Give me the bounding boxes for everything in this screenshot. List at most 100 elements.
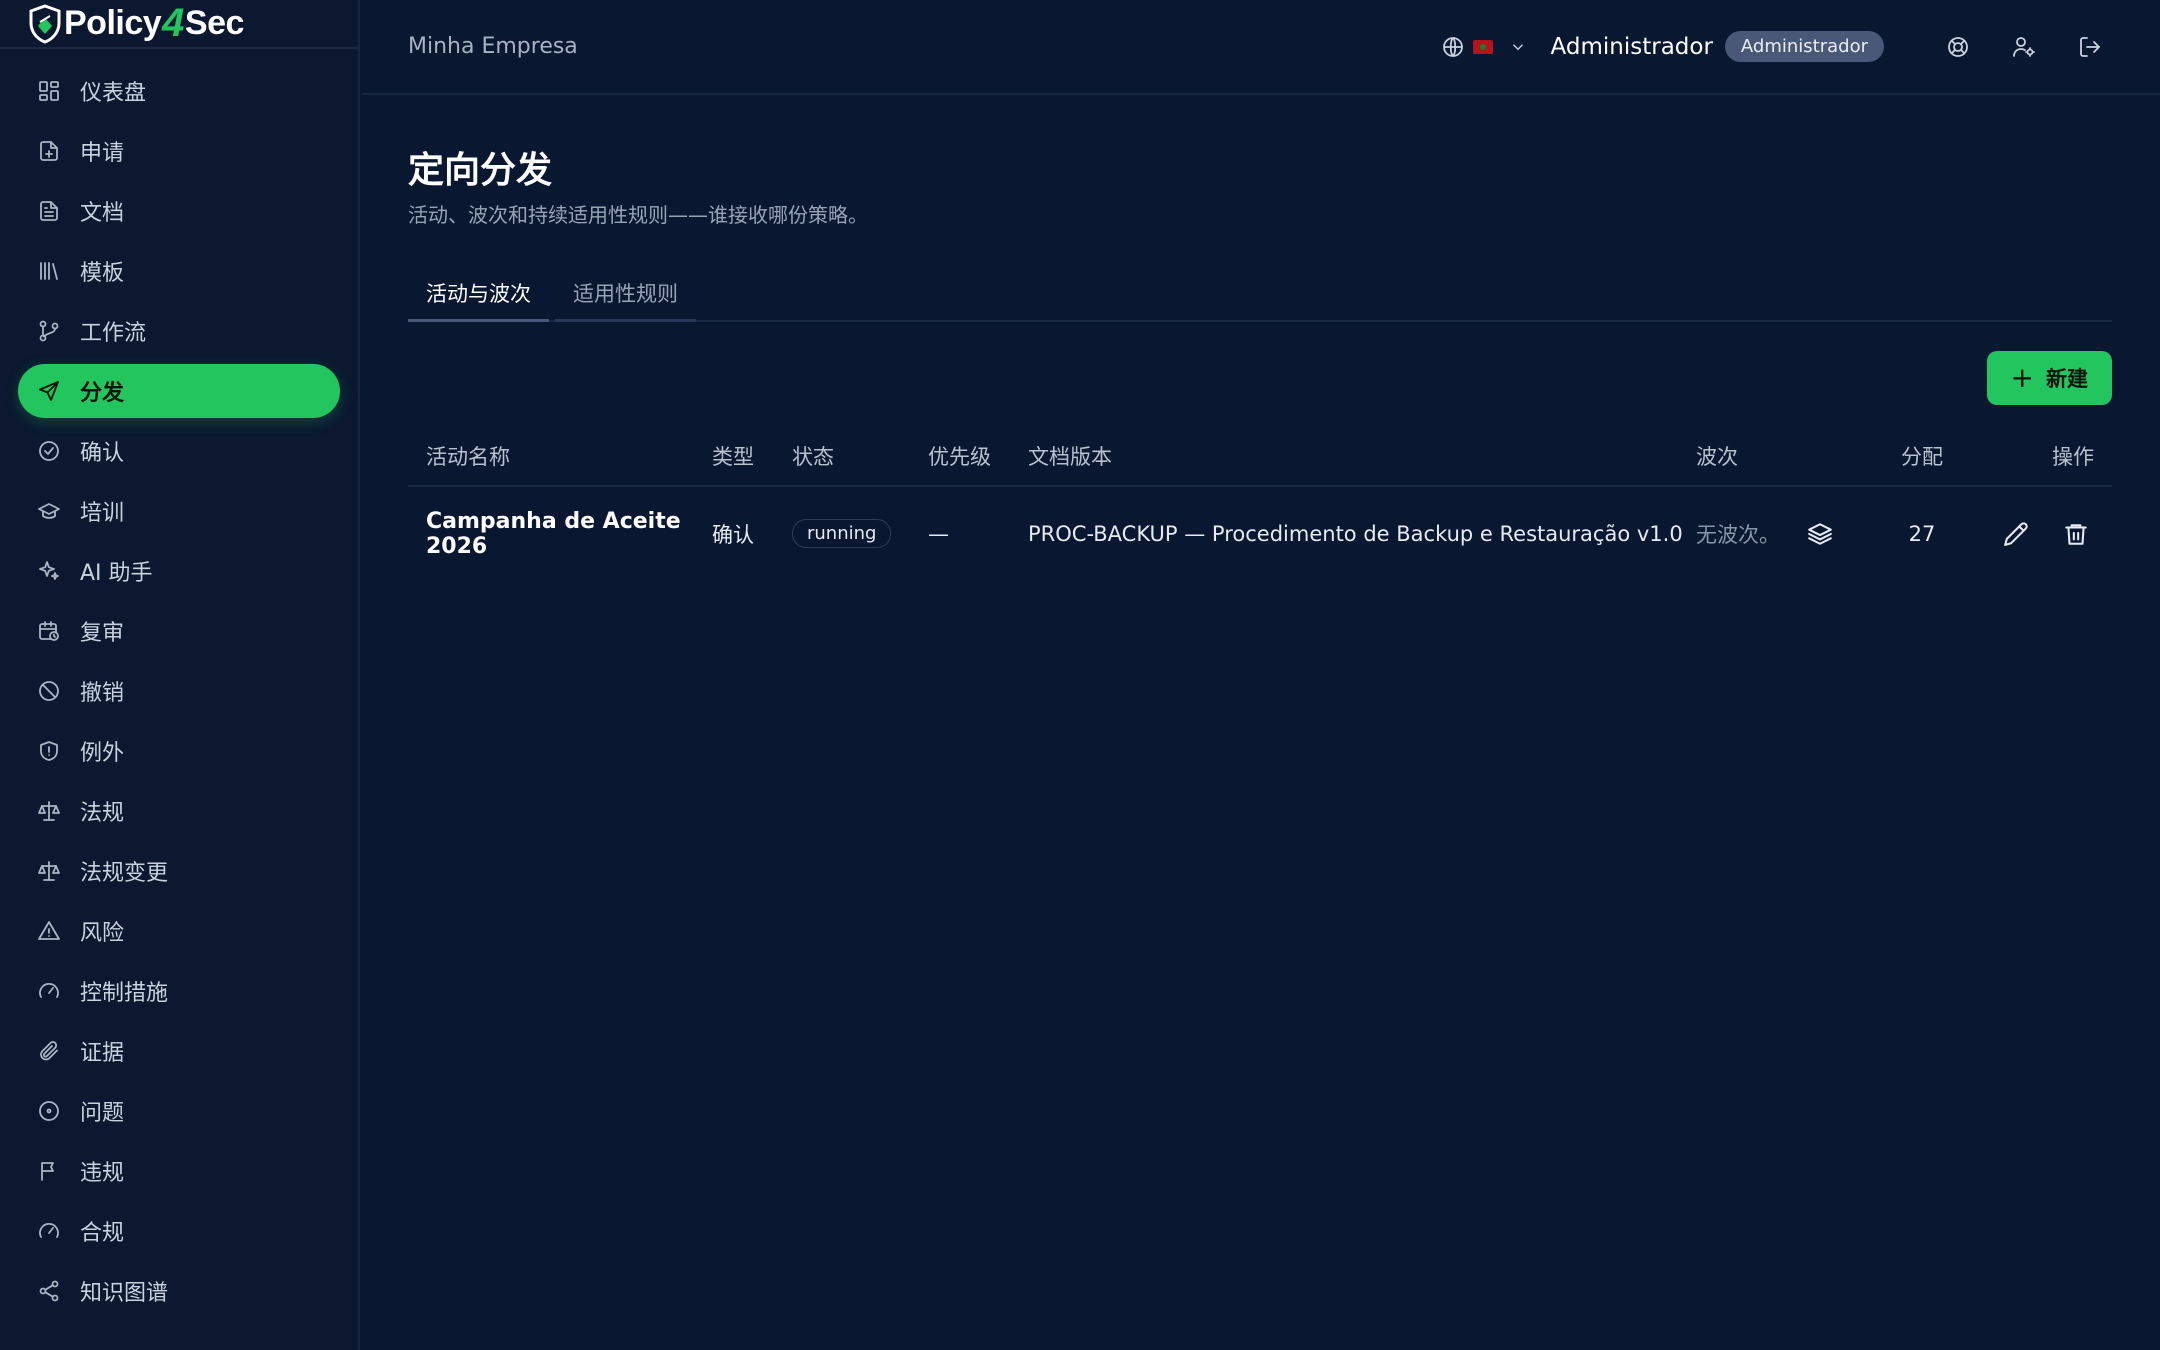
user-settings-button[interactable] [2004,27,2044,67]
sidebar-item-label: 控制措施 [80,981,169,1006]
campaign-type: 确认 [712,522,754,547]
delete-button[interactable] [2058,516,2094,552]
sidebar-item-label: 文档 [80,201,125,226]
sidebar-item-dashboard[interactable]: 仪表盘 [18,64,340,118]
sidebar-item-ai-assistant[interactable]: AI 助手 [18,544,340,598]
tab-applicability-rules[interactable]: 适用性规则 [555,266,696,322]
sidebar-item-label: 违规 [80,1161,125,1186]
column-header-type[interactable]: 类型 [712,426,792,487]
shield-logo-icon [29,3,61,44]
sidebar-item-label: 法规 [80,801,125,826]
scale-icon [36,858,62,884]
brand-name-part2: 4 [162,1,184,45]
sidebar-item-label: 例外 [80,741,125,766]
sidebar-item-distribution[interactable]: 分发 [18,364,340,418]
manage-waves-button[interactable] [1802,516,1838,552]
sidebar-item-label: 合规 [80,1221,125,1246]
warning-icon [36,918,62,944]
share-icon [36,1278,62,1304]
sidebar-item-requests[interactable]: 申请 [18,124,340,178]
top-header: Minha Empresa Administrador Administrado… [362,0,2160,95]
gauge-icon [36,1218,62,1244]
sidebar-item-label: 知识图谱 [80,1281,169,1306]
layers-icon [1808,522,1832,545]
sidebar-item-label: 证据 [80,1041,125,1066]
brand-name-part3: Sec [184,4,245,42]
sidebar-item-label: 撤销 [80,681,125,706]
sidebar-item-issues[interactable]: 问题 [18,1084,340,1138]
sidebar-item-label: 确认 [80,441,125,466]
plus-icon: + [2010,361,2034,394]
sidebar-item-compliance[interactable]: 合规 [18,1204,340,1258]
scale-icon [36,798,62,824]
ban-icon [36,678,62,704]
chevron-down-icon [1512,43,1523,50]
edit-button[interactable] [1998,516,2034,552]
company-name[interactable]: Minha Empresa [408,34,1441,59]
tab-campaigns-waves[interactable]: 活动与波次 [408,266,549,322]
sidebar-item-regulations[interactable]: 法规 [18,784,340,838]
campaign-doc-version: PROC-BACKUP — Procedimento de Backup e R… [1028,521,1683,546]
sidebar-item-controls[interactable]: 控制措施 [18,964,340,1018]
sidebar-item-knowledge-graph[interactable]: 知识图谱 [18,1264,340,1318]
help-button[interactable] [1938,27,1978,67]
main-content: 定向分发 活动、波次和持续适用性规则——谁接收哪份策略。 活动与波次 适用性规则… [408,95,2112,580]
campaign-allocations: 27 [1908,521,1936,546]
sidebar-item-review[interactable]: 复审 [18,604,340,658]
sidebar-item-label: 分发 [80,381,125,406]
status-badge: running [792,519,892,548]
table-row[interactable]: Campanha de Aceite 2026 确认 running — PRO… [408,486,2112,580]
sidebar-item-label: 工作流 [80,321,147,346]
trash-icon [2065,523,2087,545]
new-button-label: 新建 [2046,367,2088,391]
page-subtitle: 活动、波次和持续适用性规则——谁接收哪份策略。 [408,203,868,227]
sidebar-item-label: 申请 [80,141,125,166]
sidebar-item-violations[interactable]: 违规 [18,1144,340,1198]
sidebar-item-documents[interactable]: 文档 [18,184,340,238]
sidebar-item-exceptions[interactable]: 例外 [18,724,340,778]
pencil-icon [2004,521,2028,546]
column-header-priority[interactable]: 优先级 [928,426,1028,487]
column-header-status[interactable]: 状态 [792,426,928,487]
page-title: 定向分发 [408,150,553,191]
column-header-name[interactable]: 活动名称 [408,426,712,487]
logout-button[interactable] [2070,27,2110,67]
sidebar-item-label: 风险 [80,921,125,946]
language-switcher[interactable] [1441,35,1527,59]
document-icon [36,198,62,224]
sidebar-item-label: 仪表盘 [80,81,147,106]
user-cog-icon [2013,36,2035,57]
user-name: Administrador [1550,33,1713,60]
graduation-cap-icon [36,498,62,524]
column-header-doc-version[interactable]: 文档版本 [1028,426,1696,487]
sidebar-item-workflow[interactable]: 工作流 [18,304,340,358]
campaign-name[interactable]: Campanha de Aceite 2026 [408,486,712,580]
tab-bar: 活动与波次 适用性规则 [408,266,2112,322]
sidebar-item-templates[interactable]: 模板 [18,244,340,298]
sidebar: Policy 4 Sec 仪表盘 申请 文档 模板 工作流 分发 确认 培训 A… [0,0,360,1350]
campaigns-table: 活动名称 类型 状态 优先级 文档版本 波次 分配 操作 Campanha de… [408,426,2112,580]
column-header-waves[interactable]: 波次 [1696,426,1882,487]
column-header-allocations[interactable]: 分配 [1882,426,1962,487]
sidebar-item-regulation-changes[interactable]: 法规变更 [18,844,340,898]
sidebar-item-label: 模板 [80,261,125,286]
sidebar-item-label: 法规变更 [80,861,169,886]
file-plus-icon [36,138,62,164]
role-badge: Administrador [1724,31,1884,62]
life-buoy-icon [1948,36,1968,57]
sidebar-item-acknowledgement[interactable]: 确认 [18,424,340,478]
brand-logo[interactable]: Policy 4 Sec [0,0,358,49]
sidebar-item-label: AI 助手 [80,561,153,586]
sidebar-nav: 仪表盘 申请 文档 模板 工作流 分发 确认 培训 AI 助手 复审 撤销 例外… [18,64,340,1324]
git-branch-icon [36,318,62,344]
table-header-row: 活动名称 类型 状态 优先级 文档版本 波次 分配 操作 [408,426,2112,487]
sidebar-item-evidence[interactable]: 证据 [18,1024,340,1078]
sidebar-item-label: 问题 [80,1101,125,1126]
sidebar-item-training[interactable]: 培训 [18,484,340,538]
paperclip-icon [36,1038,62,1064]
sidebar-item-revocation[interactable]: 撤销 [18,664,340,718]
column-header-actions: 操作 [1962,426,2112,487]
new-button[interactable]: + 新建 [1986,351,2112,405]
sidebar-item-risks[interactable]: 风险 [18,904,340,958]
shield-alert-icon [36,738,62,764]
